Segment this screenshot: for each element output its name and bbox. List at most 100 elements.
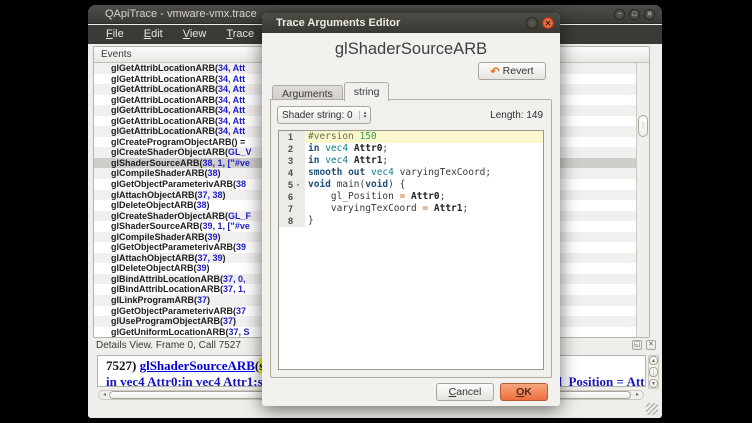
event-arguments: 34, Att [218,63,245,73]
revert-button[interactable]: ↶ Revert [478,62,546,80]
minimize-icon[interactable]: − [614,9,625,20]
event-arguments: 39, 1, ["#ve [203,221,250,231]
code-text: in vec4 Attr1; [305,155,543,167]
scroll-left-icon[interactable]: ◂ [100,391,109,399]
token-kw: void [365,179,388,190]
scroll-down-icon[interactable]: ▾ [649,379,658,388]
token-pl: main [337,179,360,190]
line-number: 7 [279,203,296,215]
window-title: QApiTrace - vmware-vmx.trace [105,8,257,20]
token-pl: ; [440,191,446,202]
events-vertical-scrollbar[interactable]: ⋮ [636,63,649,337]
token-kw: in [308,155,319,166]
token-ty: vec4 [371,167,394,178]
token-ty: vec4 [325,143,348,154]
dialog-window-controls: ✕ [526,17,554,29]
line-number: 3 [279,155,296,167]
dialog-titlebar[interactable]: Trace Arguments Editor ✕ [262,13,560,33]
token-pl: varyingTexCoord [400,167,486,178]
event-function-name: glCreateShaderObjectARB [111,147,225,157]
event-function-name: glGetAttribLocationARB [111,95,215,105]
token-pl [308,191,331,202]
code-text: void main(void) { [305,179,543,191]
close-icon[interactable]: ✕ [644,9,655,20]
ok-button[interactable]: OK [500,383,548,401]
maximize-icon[interactable]: □ [629,9,640,20]
dialog-close-icon[interactable]: ✕ [542,17,554,29]
details-vscroll-thumb[interactable]: ⋮ [649,367,658,377]
details-dock-buttons: ◱✕ [632,340,656,350]
menu-edit[interactable]: Edit [134,25,173,44]
code-line: 2in vec4 Attr0; [279,143,543,155]
line-number: 6 [279,191,296,203]
undo-arrow-icon: ↶ [490,65,499,78]
event-close-paren: ) [218,168,221,178]
dialog-title: Trace Arguments Editor [276,17,400,29]
event-arguments: 38 [236,179,246,189]
event-function-name: glGetAttribLocationARB [111,63,215,73]
fold-marker-icon[interactable]: ▾ [296,179,305,191]
line-number: 4 [279,167,296,179]
event-arguments: 37 [223,316,233,326]
window-controls: −□ ✕ [614,9,655,20]
event-function-name: glDeleteObjectARB [111,200,194,210]
window-resize-grip[interactable] [646,403,658,415]
event-function-name: glGetObjectParameterivARB [111,179,233,189]
event-function-name: glGetAttribLocationARB [111,116,215,126]
code-text: varyingTexCoord = Attr1; [305,203,543,215]
token-pl: gl_Position [331,191,394,202]
scroll-up-icon[interactable]: ▴ [649,356,658,365]
grip-dots-icon: ⋮ [640,125,646,128]
dock-float-icon[interactable]: ◱ [632,340,642,350]
code-text: } [305,215,543,227]
fold-gutter [296,155,305,167]
tab-string[interactable]: string [344,82,390,101]
event-arguments: GL_V [228,147,252,157]
shader-string-spinner[interactable]: Shader string: 0 ▴▾ [277,106,371,124]
token-kw: in [308,143,319,154]
call-function-link[interactable]: glShaderSourceARB [140,358,255,373]
event-arguments: 37 [236,306,246,316]
menu-view[interactable]: View [173,25,217,44]
code-line: 4smooth out vec4 varyingTexCoord; [279,167,543,179]
details-vertical-scrollbar[interactable]: ▴ ⋮ ▾ [648,355,659,389]
fold-gutter [296,203,305,215]
function-name-heading: glShaderSourceARB [262,40,560,59]
desktop: QApiTrace - vmware-vmx.trace −□ ✕ FileEdi… [0,0,752,423]
event-function-name: glGetUniformLocationARB [111,327,226,337]
length-label: Length: 149 [490,110,543,121]
scroll-right-icon[interactable]: ▸ [633,391,642,399]
shader-source-editor[interactable]: 1#version 1502in vec4 Attr0;3in vec4 Att… [278,130,544,370]
token-pl: ; [382,155,388,166]
spinner-arrows-icon[interactable]: ▴▾ [359,111,367,120]
event-function-name: glGetAttribLocationARB [111,74,215,84]
event-function-name: glGetAttribLocationARB [111,105,215,115]
token-ty: vec4 [325,155,348,166]
event-arguments: 37, 38 [198,190,223,200]
menu-trace[interactable]: Trace [216,25,264,44]
call-number: 7527) [106,358,140,373]
token-pl: ; [485,167,491,178]
event-function-name: glAttachObjectARB [111,190,195,200]
event-function-name: glGetAttribLocationARB [111,84,215,94]
line-number: 1 [279,131,296,143]
event-arguments: GL_F [228,211,251,221]
event-function-name: glShaderSourceARB [111,158,200,168]
event-function-name: glCompileShaderARB [111,232,205,242]
dock-close-icon[interactable]: ✕ [646,340,656,350]
event-arguments: 38 [197,200,207,210]
events-scrollbar-thumb[interactable]: ⋮ [638,115,648,137]
token-id: Attr0 [354,143,383,154]
menu-file[interactable]: File [96,25,134,44]
event-arguments: 37, 39 [198,253,223,263]
event-function-name: glGetObjectParameterivARB [111,306,233,316]
token-id: Attr1 [354,155,383,166]
event-function-name: glAttachObjectARB [111,253,195,263]
event-arguments: 37, 0, [223,274,246,284]
dialog-maximize-icon[interactable] [526,17,538,29]
cancel-button[interactable]: Cancel [436,383,494,401]
token-kw: out [348,167,365,178]
event-arguments: 34, Att [218,95,245,105]
event-function-name: glLinkProgramARB [111,295,194,305]
fold-gutter [296,191,305,203]
